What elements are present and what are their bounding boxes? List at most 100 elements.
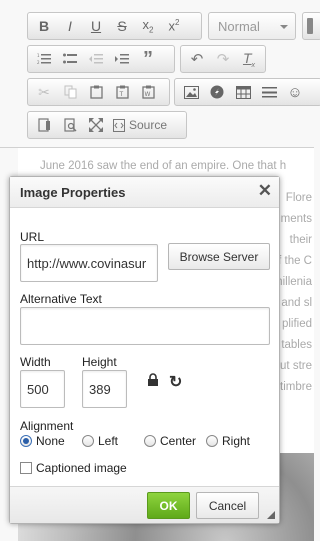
templates-button[interactable] (31, 114, 57, 136)
align-left-label: Left (98, 434, 119, 448)
maximize-button[interactable] (83, 114, 109, 136)
resize-grip-icon[interactable] (267, 511, 275, 519)
paste-text-icon: T (115, 85, 129, 99)
basic-styles-group: B I U S x2 x2 (27, 12, 202, 40)
image-icon (183, 85, 199, 99)
content-first-line: June 2016 saw the end of an empire. One … (40, 160, 287, 172)
content-fragment: tables (281, 339, 312, 351)
strike-button[interactable]: S (109, 15, 135, 37)
radio-icon (144, 435, 156, 447)
cut-icon: ✂ (38, 83, 50, 100)
horizontal-rule-icon (261, 86, 277, 97)
table-icon (235, 85, 251, 99)
ok-button[interactable]: OK (147, 492, 190, 519)
align-center-radio[interactable]: Center (144, 434, 196, 448)
dialog-header[interactable]: Image Properties ✕ (10, 177, 279, 208)
paste-button[interactable] (83, 81, 109, 103)
numbered-list-button[interactable]: 12 (31, 48, 57, 70)
strike-icon: S (117, 18, 127, 34)
url-label: URL (20, 230, 45, 244)
alternative-text-input[interactable] (20, 307, 270, 345)
preview-button[interactable] (57, 114, 83, 136)
captioned-image-label: Captioned image (36, 461, 127, 475)
close-icon[interactable]: ✕ (258, 181, 272, 201)
remove-format-icon: Tx (242, 49, 256, 69)
undo-button[interactable]: ↶ (184, 48, 210, 70)
list-group: 12 ” (27, 45, 175, 73)
lock-ratio-icon[interactable] (147, 373, 159, 387)
svg-text:W: W (144, 91, 150, 98)
horizontal-rule-button[interactable] (256, 81, 282, 103)
flash-button[interactable] (204, 81, 230, 103)
align-none-radio[interactable]: None (20, 434, 65, 448)
superscript-button[interactable]: x2 (161, 15, 187, 37)
captioned-image-checkbox[interactable]: Captioned image (20, 461, 127, 475)
indent-button[interactable] (109, 48, 135, 70)
undo-icon: ↶ (190, 51, 204, 68)
paste-word-button[interactable]: W (135, 81, 161, 103)
source-button[interactable]: Source (109, 114, 171, 136)
radio-selected-icon (20, 435, 32, 447)
content-fragment: ut stre (280, 360, 312, 372)
align-none-label: None (36, 434, 65, 448)
align-right-label: Right (222, 434, 251, 448)
align-left-radio[interactable]: Left (82, 434, 118, 448)
image-properties-dialog: Image Properties ✕ URL Browse Server Alt… (9, 176, 280, 524)
blockquote-button[interactable]: ” (135, 48, 161, 70)
height-input[interactable] (82, 370, 127, 408)
subscript-button[interactable]: x2 (135, 15, 161, 37)
smiley-button[interactable]: ☺ (282, 81, 308, 103)
dialog-title: Image Properties (20, 185, 126, 200)
content-fragment: Flore (285, 192, 312, 204)
indent-icon (115, 54, 129, 64)
svg-text:T: T (118, 91, 123, 98)
radio-icon (206, 435, 218, 447)
flash-icon (210, 85, 224, 99)
bulleted-list-icon (63, 53, 77, 64)
content-fragment: their (289, 234, 312, 246)
insert-group: ☺ (174, 78, 320, 106)
reset-size-icon[interactable]: ↻ (169, 372, 182, 392)
alignment-label: Alignment (20, 419, 74, 433)
styles-icon[interactable] (307, 18, 313, 34)
templates-icon (37, 118, 50, 132)
image-button[interactable] (178, 81, 204, 103)
outdent-icon (89, 54, 103, 64)
content-fragment: timbre (280, 381, 312, 393)
underline-icon: U (90, 18, 102, 34)
underline-button[interactable]: U (83, 15, 109, 37)
table-button[interactable] (230, 81, 256, 103)
blockquote-icon: ” (143, 48, 153, 70)
styles-group-partial (302, 12, 320, 40)
outdent-button[interactable] (83, 48, 109, 70)
browse-server-button[interactable]: Browse Server (168, 243, 270, 270)
cancel-label: Cancel (208, 498, 247, 513)
cut-button[interactable]: ✂ (31, 81, 57, 103)
redo-icon: ↷ (216, 51, 230, 68)
svg-text:2: 2 (37, 60, 40, 65)
subscript-icon: x2 (142, 17, 154, 35)
superscript-icon: x2 (168, 18, 180, 34)
redo-button[interactable]: ↷ (210, 48, 236, 70)
format-combo-value: Normal (218, 19, 260, 34)
source-icon (113, 118, 125, 132)
ok-label: OK (159, 498, 178, 513)
url-input[interactable] (20, 244, 158, 282)
cancel-button[interactable]: Cancel (196, 492, 259, 519)
bulleted-list-button[interactable] (57, 48, 83, 70)
width-input[interactable] (20, 370, 65, 408)
align-right-radio[interactable]: Right (206, 434, 250, 448)
format-combo[interactable]: Normal (208, 12, 296, 40)
tools-group: Source (27, 111, 187, 139)
numbered-list-icon: 12 (37, 53, 51, 65)
copy-button[interactable] (57, 81, 83, 103)
editor-toolbar: B I U S x2 x2 Normal 12 ” ↶ ↷ Tx ✂ T W ☺… (0, 0, 320, 148)
clipboard-group: ✂ T W (27, 78, 170, 106)
italic-button[interactable]: I (57, 15, 83, 37)
remove-format-button[interactable]: Tx (236, 48, 262, 70)
width-label: Width (20, 355, 51, 369)
dialog-footer: OK Cancel (10, 486, 279, 523)
bold-button[interactable]: B (31, 15, 57, 37)
browse-server-label: Browse Server (179, 249, 259, 264)
paste-text-button[interactable]: T (109, 81, 135, 103)
